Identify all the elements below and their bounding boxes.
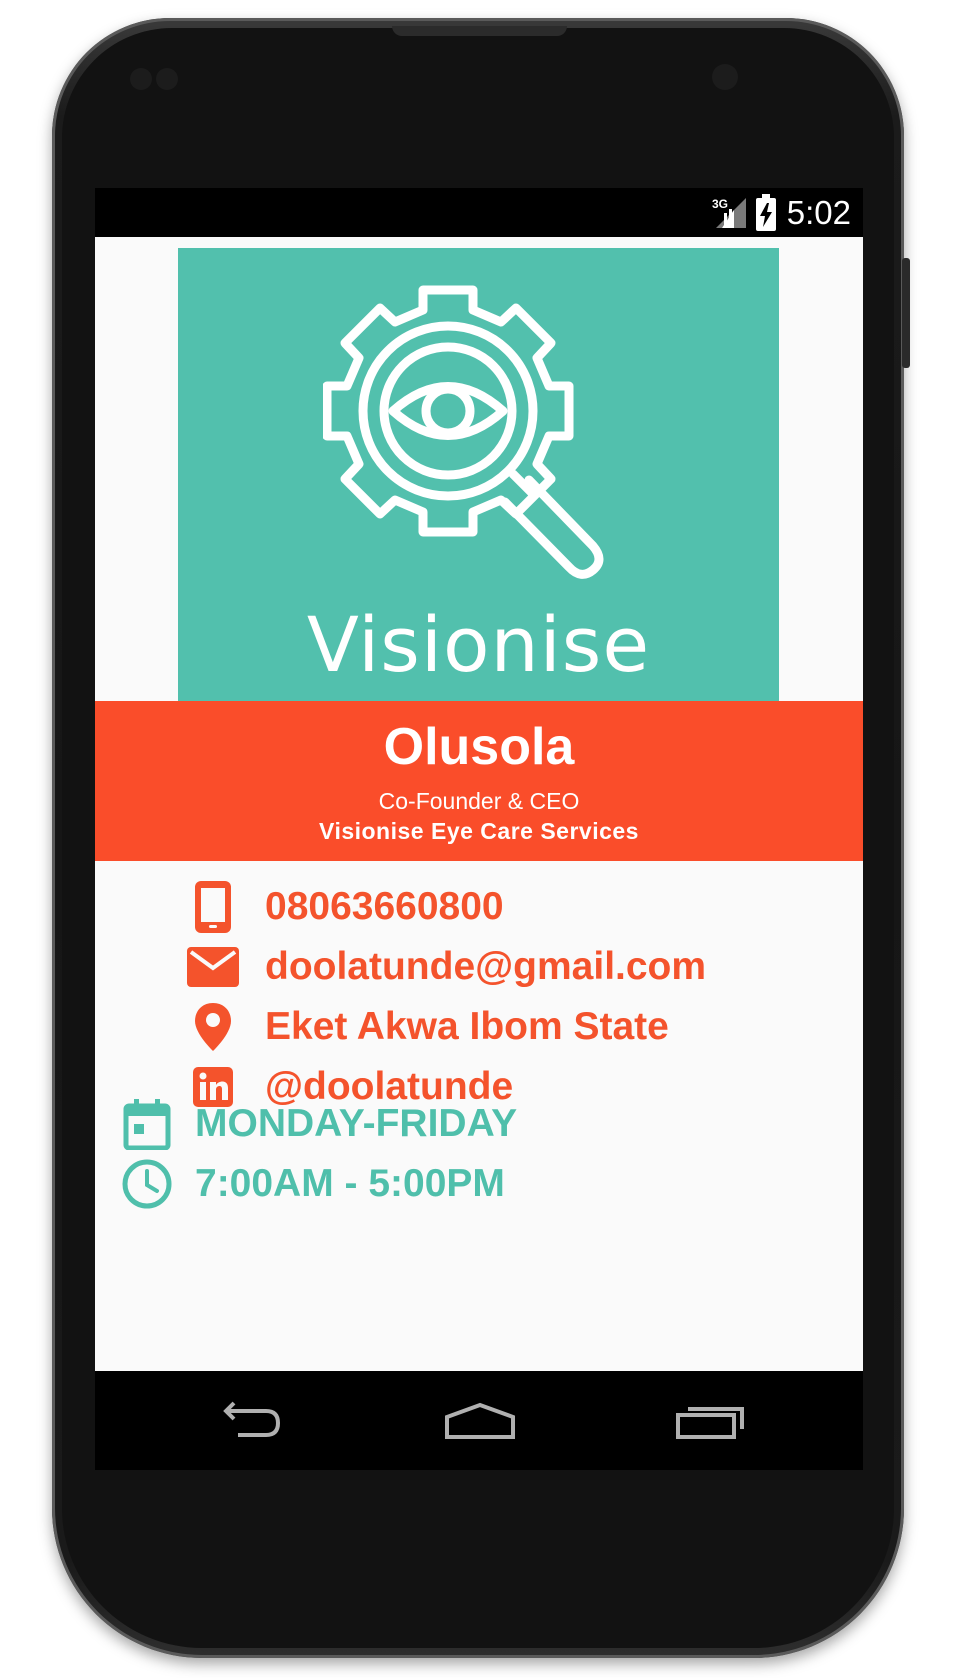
- volume-button: [902, 258, 910, 368]
- home-icon: [445, 1402, 515, 1439]
- contact-location-text[interactable]: Eket Akwa Ibom State: [265, 1005, 669, 1049]
- gear-eye-magnifier-icon: [323, 285, 604, 579]
- email-icon: [183, 937, 243, 997]
- contact-phone-row[interactable]: 08063660800: [183, 877, 504, 937]
- screen: 3G 5:02 Visionise Olusola Co-Founder & C…: [95, 188, 863, 1470]
- contact-location-row[interactable]: Eket Akwa Ibom State: [183, 997, 669, 1057]
- clock: 5:02: [786, 194, 851, 231]
- status-bar: 3G 5:02: [95, 188, 863, 237]
- hours-days-text: MONDAY-FRIDAY: [195, 1102, 518, 1145]
- hero-banner: Visionise: [178, 248, 779, 701]
- phone-icon: [183, 877, 243, 937]
- front-camera: [712, 64, 738, 90]
- earpiece-speaker: [392, 26, 567, 36]
- hours-days-row: MONDAY-FRIDAY: [117, 1094, 517, 1154]
- profile-banner: Olusola Co-Founder & CEO Visionise Eye C…: [95, 701, 863, 861]
- nav-back-button[interactable]: [199, 1396, 299, 1446]
- svg-text:3G: 3G: [712, 197, 728, 211]
- brand-wordmark: Visionise: [306, 600, 651, 689]
- back-icon: [223, 1401, 281, 1437]
- navigation-bar: [95, 1371, 863, 1470]
- hours-time-row: 7:00AM - 5:00PM: [117, 1154, 505, 1214]
- light-sensor: [156, 68, 178, 90]
- clock-icon: [117, 1154, 177, 1214]
- profile-name: Olusola: [383, 718, 575, 776]
- nav-recents-button[interactable]: [661, 1396, 761, 1446]
- signal-3g-icon: 3G: [712, 197, 746, 228]
- location-pin-icon: [183, 997, 243, 1057]
- contact-phone-text[interactable]: 08063660800: [265, 885, 504, 929]
- profile-company: Visionise Eye Care Services: [319, 818, 639, 844]
- nav-home-button[interactable]: [430, 1396, 530, 1446]
- calendar-icon: [117, 1094, 177, 1154]
- proximity-sensor: [130, 68, 152, 90]
- contact-email-row[interactable]: doolatunde@gmail.com: [183, 937, 706, 997]
- contact-email-text[interactable]: doolatunde@gmail.com: [265, 945, 706, 989]
- recents-icon: [676, 1407, 744, 1439]
- profile-role: Co-Founder & CEO: [378, 788, 580, 814]
- hours-time-text: 7:00AM - 5:00PM: [195, 1162, 505, 1205]
- battery-charging-icon: [756, 194, 776, 231]
